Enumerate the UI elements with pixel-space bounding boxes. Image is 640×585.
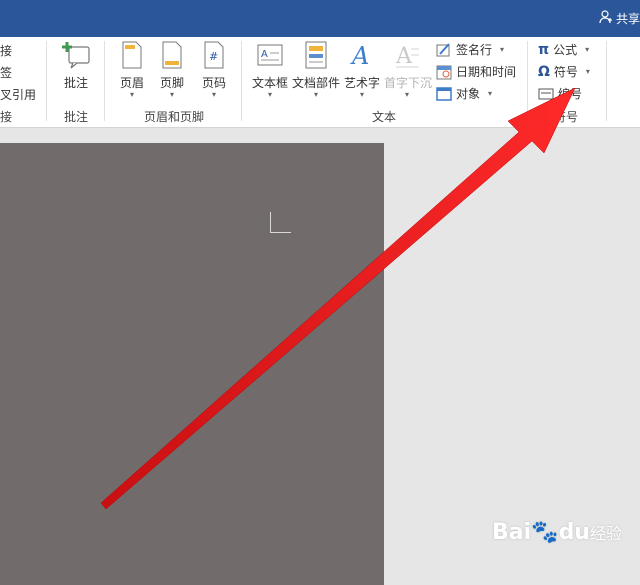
red-arrow-annotation	[100, 87, 576, 510]
watermark-brand: Bai	[492, 520, 532, 545]
watermark-jingyan: 经验	[589, 524, 622, 543]
watermark-du: du	[558, 520, 590, 545]
baidu-watermark: Bai🐾du经验	[492, 520, 622, 545]
paw-icon: 🐾	[531, 520, 559, 545]
